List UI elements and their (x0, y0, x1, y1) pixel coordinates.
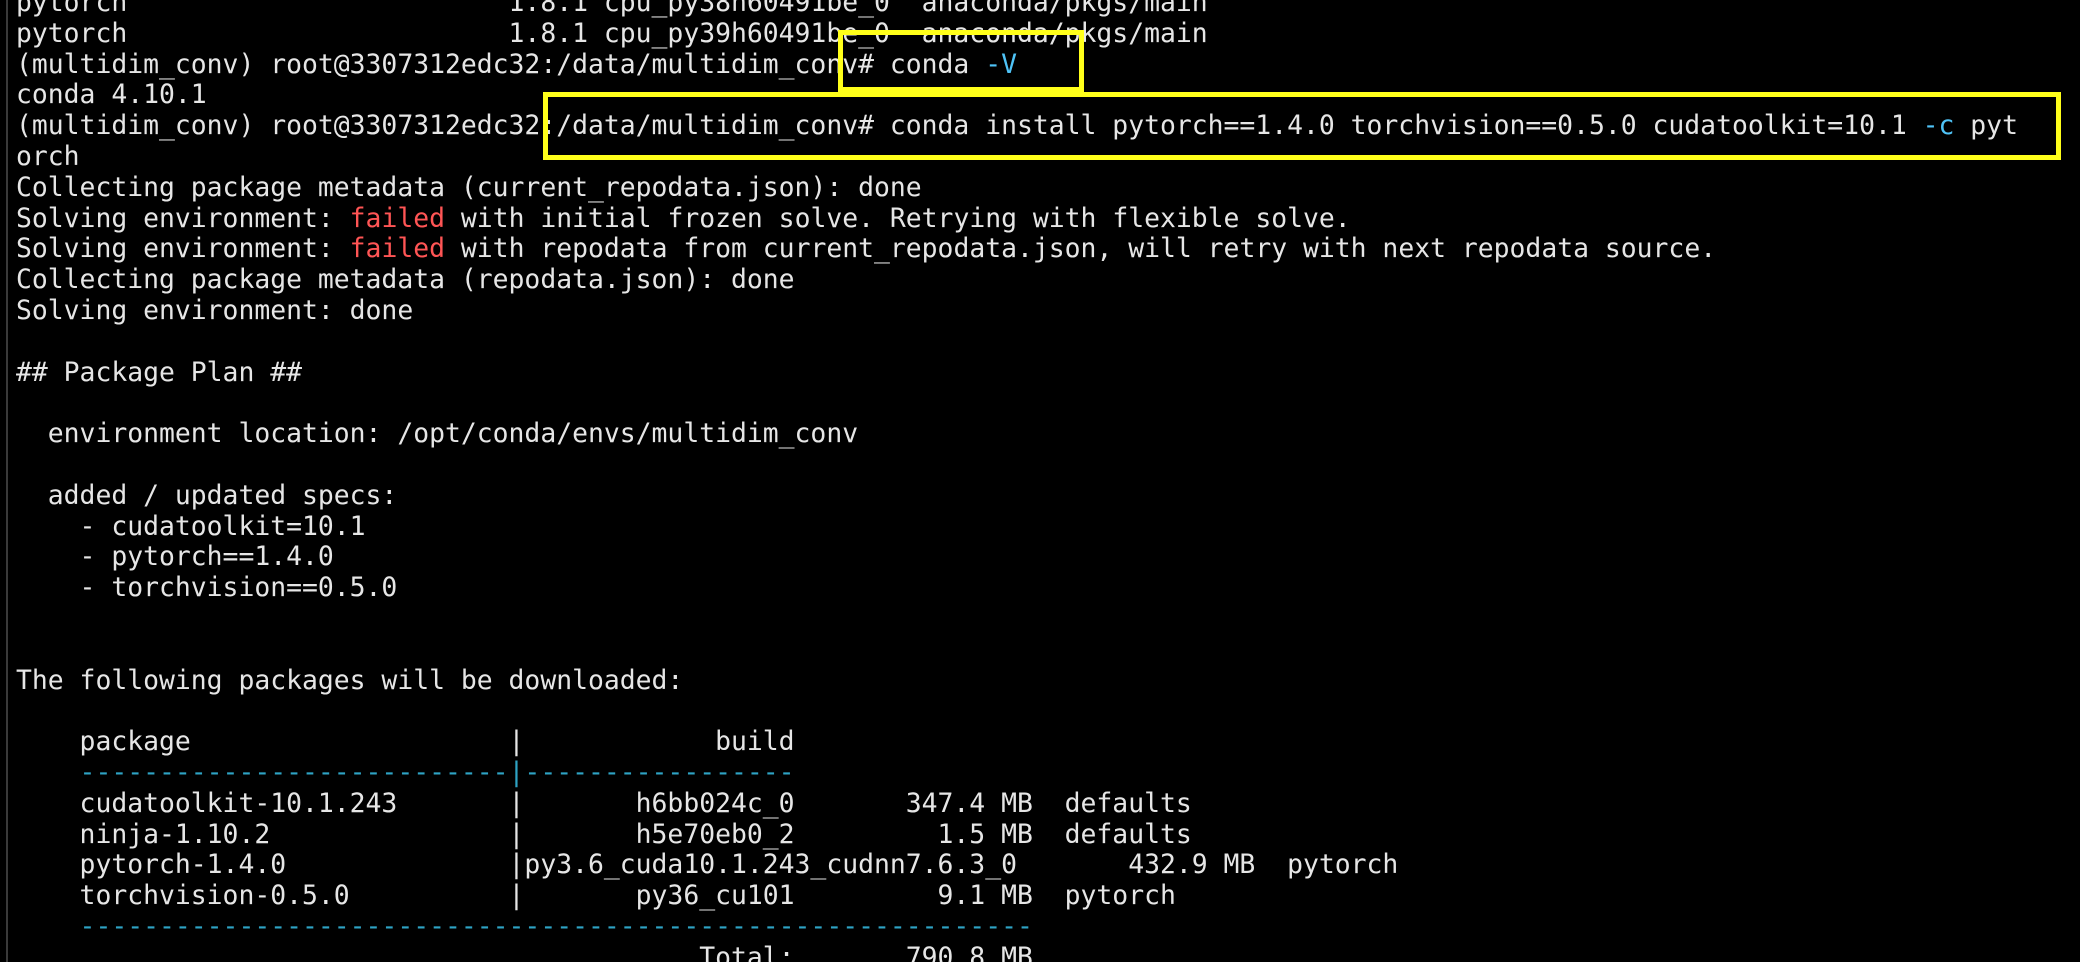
terminal-text: torchvision-0.5.0 | py36_cu101 9.1 MB py… (16, 880, 1176, 912)
terminal-line: - cudatoolkit=10.1 (16, 510, 2018, 543)
terminal-line: Total: 790.8 MB (16, 941, 2018, 962)
terminal-text: Solving environment: (16, 202, 350, 234)
terminal-text: cudatoolkit-10.1.243 | h6bb024c_0 347.4 … (16, 787, 1192, 819)
terminal-line: ----------------------------------------… (16, 910, 2018, 943)
terminal-text: package | build (16, 726, 795, 758)
terminal-line: - pytorch==1.4.0 (16, 541, 2018, 573)
terminal-text: The following packages will be downloade… (16, 664, 684, 696)
terminal-text-red: failed (349, 233, 446, 265)
terminal-text: conda 4.10.1 (16, 79, 207, 111)
terminal-output: pytorch 1.8.1 cpu_py38h60491be_0 anacond… (16, 0, 2018, 962)
terminal-line: - torchvision==0.5.0 (16, 572, 2018, 604)
terminal-line: torchvision-0.5.0 | py36_cu101 9.1 MB py… (16, 880, 2018, 912)
terminal-line: Collecting package metadata (current_rep… (16, 171, 2018, 204)
terminal-line: conda 4.10.1 (16, 79, 2018, 111)
terminal-line: package | build (16, 726, 2018, 758)
terminal-line: pytorch 1.8.1 cpu_py38h60491be_0 anacond… (16, 0, 2018, 19)
terminal-text: Collecting package metadata (repodata.js… (16, 264, 795, 296)
terminal-text: environment location: /opt/conda/envs/mu… (16, 418, 859, 450)
terminal-line: orch (16, 140, 2018, 173)
terminal-text: with initial frozen solve. Retrying with… (445, 202, 1351, 234)
terminal-line: ninja-1.10.2 | h5e70eb0_2 1.5 MB default… (16, 818, 2018, 851)
terminal-text: pytorch 1.8.1 cpu_py39h60491be_0 anacond… (16, 17, 1208, 49)
terminal-text: - cudatoolkit=10.1 (16, 510, 366, 542)
terminal-text: Solving environment: (16, 233, 350, 265)
terminal-line: ## Package Plan ## (16, 356, 2018, 389)
terminal-text-sep: ---------------------------|------------… (16, 756, 795, 788)
terminal-text: Collecting package metadata (current_rep… (16, 171, 922, 203)
terminal-line: environment location: /opt/conda/envs/mu… (16, 418, 2018, 450)
terminal-line: (multidim_conv) root@3307312edc32:/data/… (16, 110, 2018, 142)
terminal-line: pytorch 1.8.1 cpu_py39h60491be_0 anacond… (16, 17, 2018, 50)
terminal-text: Solving environment: done (16, 294, 414, 326)
terminal-text-cyan: -V (985, 48, 1017, 80)
terminal-text: pytorch 1.8.1 cpu_py38h60491be_0 anacond… (16, 0, 1208, 18)
terminal-left-edge (6, 0, 8, 962)
terminal-line: pytorch-1.4.0 |py3.6_cuda10.1.243_cudnn7… (16, 849, 2018, 881)
terminal-line: added / updated specs: (16, 479, 2018, 512)
terminal-text: ninja-1.10.2 | h5e70eb0_2 1.5 MB default… (16, 818, 1192, 850)
terminal-text-sep: ----------------------------------------… (16, 910, 1033, 942)
terminal-window[interactable]: pytorch 1.8.1 cpu_py38h60491be_0 anacond… (0, 0, 2080, 962)
terminal-line: Collecting package metadata (repodata.js… (16, 264, 2018, 296)
terminal-line: Solving environment: done (16, 294, 2018, 327)
terminal-text: orch (16, 140, 80, 172)
terminal-text: with repodata from current_repodata.json… (445, 233, 1717, 265)
terminal-text: pyt (1954, 110, 2018, 142)
terminal-text: Total: 790.8 MB (16, 941, 1033, 962)
terminal-text-red: failed (349, 202, 446, 234)
terminal-text: (multidim_conv) root@3307312edc32:/data/… (16, 110, 1923, 142)
terminal-text: - torchvision==0.5.0 (16, 572, 398, 604)
terminal-text: added / updated specs: (16, 479, 398, 511)
terminal-text: - pytorch==1.4.0 (16, 541, 334, 573)
terminal-text: ## Package Plan ## (16, 356, 302, 388)
terminal-line: cudatoolkit-10.1.243 | h6bb024c_0 347.4 … (16, 787, 2018, 820)
terminal-text-cyan: -c (1922, 110, 1955, 142)
terminal-line: ---------------------------|------------… (16, 756, 2018, 789)
terminal-line: Solving environment: failed with repodat… (16, 233, 2018, 265)
terminal-text: (multidim_conv) root@3307312edc32:/data/… (16, 48, 986, 80)
terminal-text: pytorch-1.4.0 |py3.6_cuda10.1.243_cudnn7… (16, 849, 1399, 881)
terminal-line: (multidim_conv) root@3307312edc32:/data/… (16, 48, 2018, 81)
terminal-line: Solving environment: failed with initial… (16, 202, 2018, 235)
terminal-line: The following packages will be downloade… (16, 664, 2018, 697)
